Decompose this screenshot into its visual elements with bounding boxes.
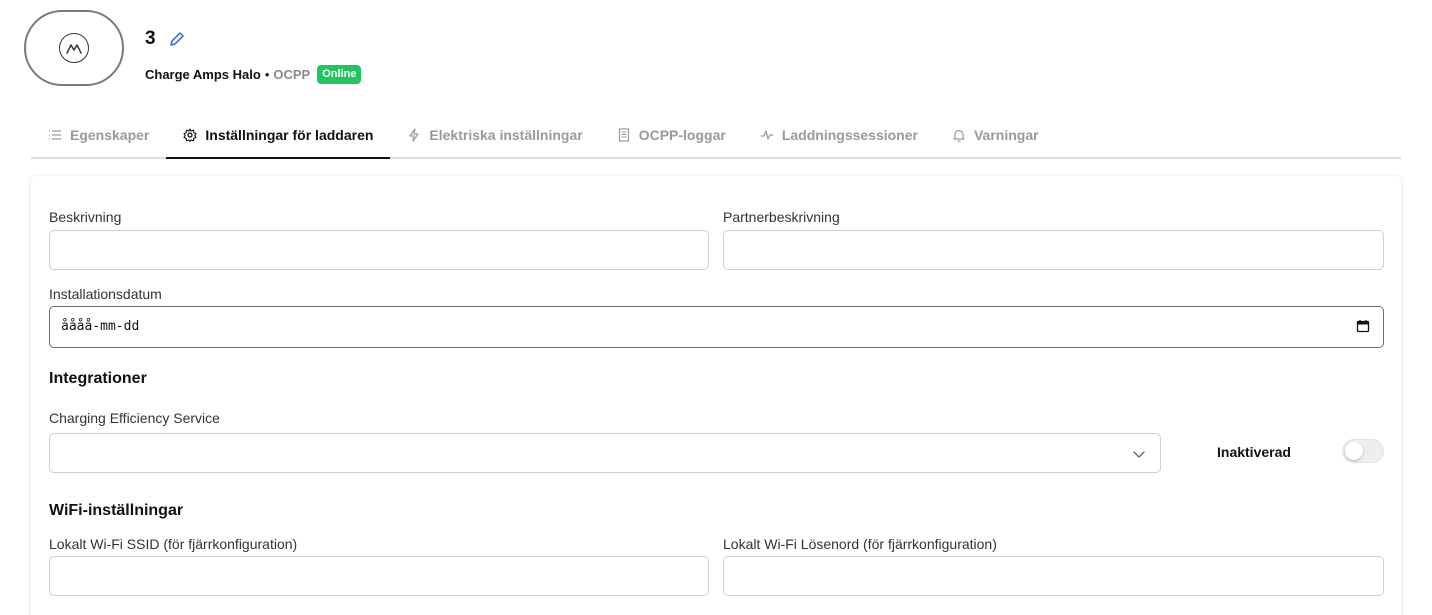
partner-description-input[interactable]: [723, 230, 1384, 270]
pencil-icon[interactable]: [168, 30, 186, 48]
wifi-ssid-input[interactable]: [49, 556, 709, 596]
tab-label: Elektriska inställningar: [429, 126, 583, 143]
tab-label: Laddningssessioner: [781, 126, 918, 143]
settings-card: Beskrivning Partnerbeskrivning Installat…: [31, 176, 1401, 615]
document-icon: [618, 127, 629, 142]
ces-toggle[interactable]: [1342, 439, 1384, 463]
tab-ocpp-loggar[interactable]: OCPP-loggar: [600, 112, 743, 157]
install-date-placeholder: åååå-mm-dd: [61, 319, 140, 334]
activity-icon: [760, 129, 774, 140]
description-label: Beskrivning: [49, 209, 122, 225]
bell-icon: [953, 129, 965, 142]
tab-varningar[interactable]: Varningar: [935, 112, 1056, 157]
wifi-ssid-label: Lokalt Wi-Fi SSID (för fjärrkonfiguratio…: [49, 536, 298, 552]
bolt-icon: [409, 127, 420, 142]
tab-label: Egenskaper: [70, 126, 150, 143]
tab-installningar-for-laddaren[interactable]: Inställningar för laddaren: [166, 112, 391, 159]
ces-select[interactable]: [49, 433, 1161, 473]
status-badge: Online: [317, 65, 362, 84]
list-icon: [49, 129, 61, 140]
wifi-password-input[interactable]: [723, 556, 1384, 596]
device-title: 3: [145, 28, 186, 50]
separator: •: [264, 67, 270, 82]
gear-icon: [183, 127, 197, 142]
wifi-password-label: Lokalt Wi-Fi Lösenord (för fjärrkonfigur…: [723, 536, 997, 552]
chevron-down-icon: [1133, 451, 1145, 458]
toggle-knob: [1345, 442, 1363, 460]
charge-amps-logo-icon: [59, 33, 89, 63]
integrations-title: Integrationer: [49, 370, 147, 387]
device-avatar: [24, 10, 124, 86]
ces-label: Charging Efficiency Service: [49, 410, 220, 426]
tab-label: Varningar: [973, 126, 1039, 143]
tab-laddningssessioner[interactable]: Laddningssessioner: [743, 112, 935, 157]
device-subtitle: Charge Amps Halo • OCPP Online: [145, 65, 362, 84]
calendar-icon[interactable]: [1356, 319, 1370, 333]
install-date-input[interactable]: åååå-mm-dd: [49, 306, 1384, 348]
device-name: 3: [145, 28, 156, 49]
install-date-label: Installationsdatum: [49, 286, 162, 302]
tab-elektriska-installningar[interactable]: Elektriska inställningar: [390, 112, 599, 157]
tab-label: OCPP-loggar: [638, 126, 726, 143]
tab-label: Inställningar för laddaren: [205, 126, 374, 143]
ces-toggle-label: Inaktiverad: [1217, 444, 1291, 460]
description-input[interactable]: [49, 230, 709, 270]
partner-description-label: Partnerbeskrivning: [723, 209, 840, 225]
device-protocol: OCPP: [273, 67, 311, 82]
device-model: Charge Amps Halo: [145, 67, 261, 82]
tab-bar: Egenskaper Inställningar för laddaren El…: [31, 112, 1401, 159]
tab-egenskaper[interactable]: Egenskaper: [31, 112, 166, 157]
wifi-title: WiFi-inställningar: [49, 502, 184, 519]
